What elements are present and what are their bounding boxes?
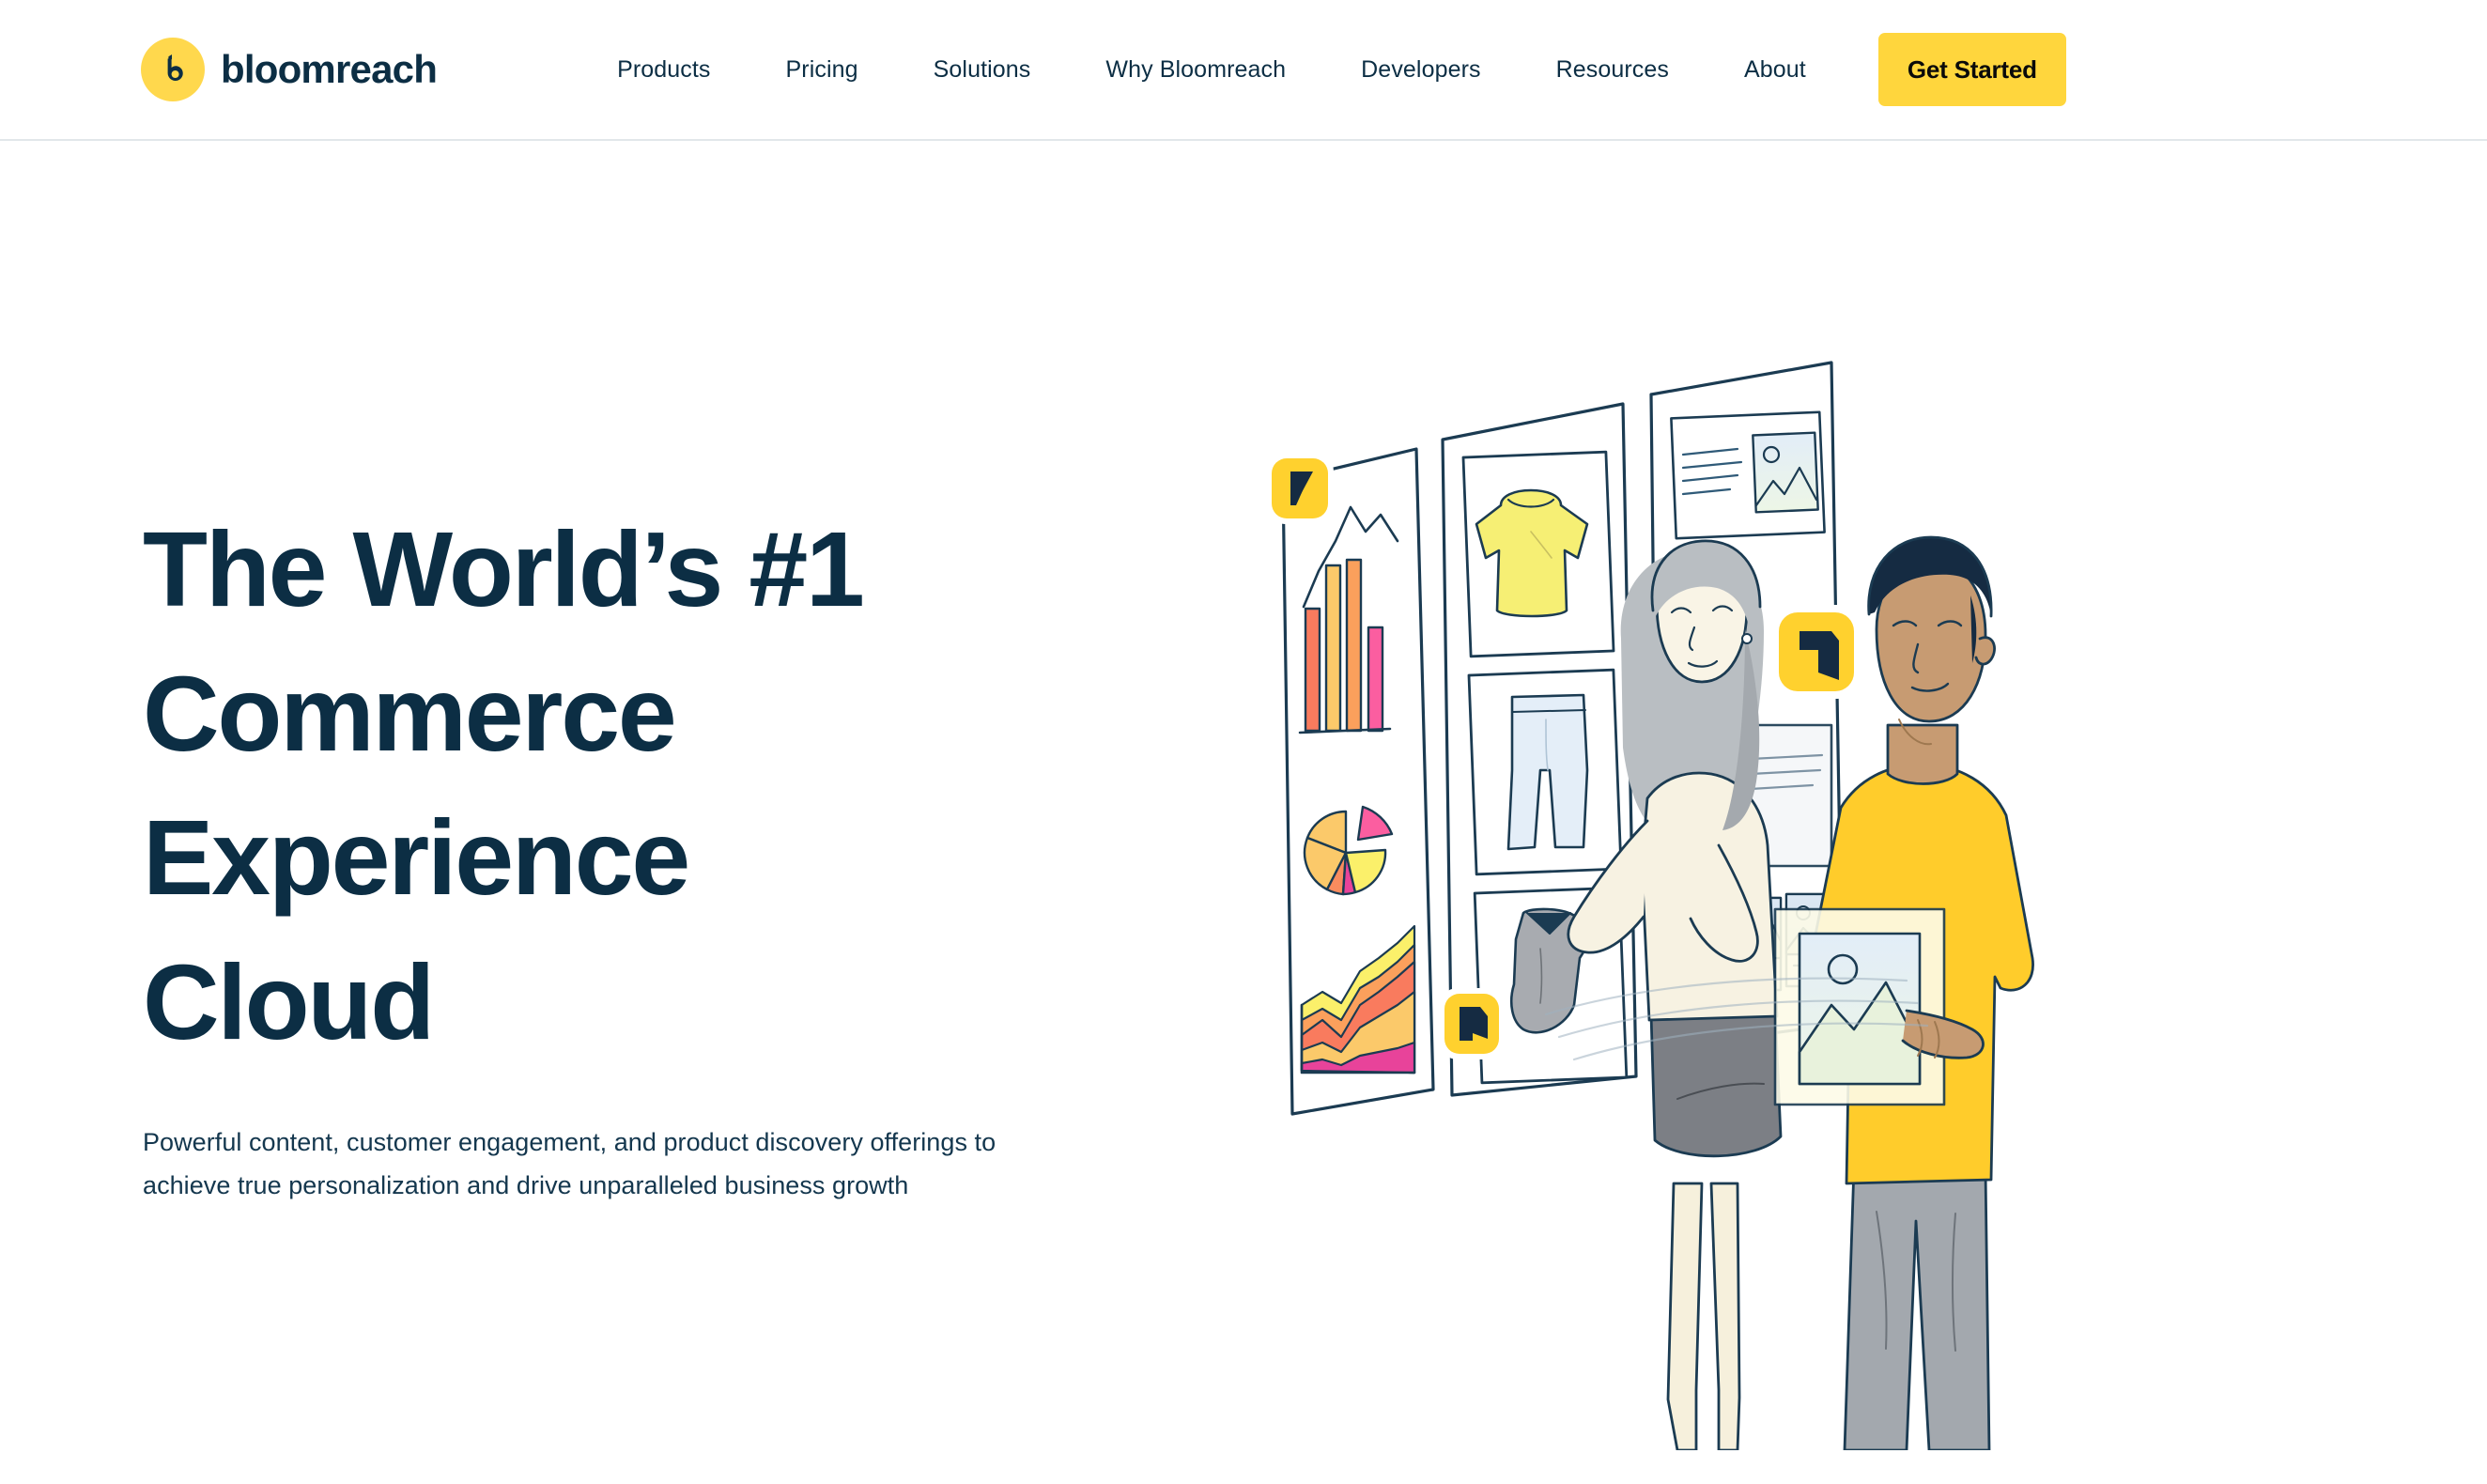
hero-subtitle: Powerful content, customer engagement, a… <box>143 1127 996 1200</box>
hero-copy: The World’s #1 Commerce Experience Cloud… <box>0 141 1174 1309</box>
nav-item-solutions[interactable]: Solutions <box>934 49 1031 91</box>
nav-item-pricing[interactable]: Pricing <box>786 49 858 91</box>
hero-section: The World’s #1 Commerce Experience Cloud… <box>0 141 2487 1450</box>
nav-item-why-bloomreach[interactable]: Why Bloomreach <box>1105 49 1286 91</box>
badge-top-right <box>1771 605 1861 699</box>
get-started-button[interactable]: Get Started <box>1877 33 2066 106</box>
hero-title-line-1: The World’s #1 <box>143 510 865 628</box>
nav-item-products[interactable]: Products <box>617 49 710 91</box>
bloomreach-b-mark-icon <box>141 38 205 101</box>
badge-top-left <box>1266 453 1334 524</box>
hero-title-line-2: Commerce <box>143 654 677 773</box>
badge-bottom-left <box>1439 988 1505 1059</box>
hero-title-line-4: Cloud <box>143 943 435 1062</box>
brand-logo-link[interactable]: bloomreach <box>141 38 438 101</box>
hero-title-line-3: Experience <box>143 798 690 918</box>
commerce-experience-illustration <box>1249 357 2188 1484</box>
nav-item-about[interactable]: About <box>1744 49 1806 91</box>
main-navigation: Products Pricing Solutions Why Bloomreac… <box>617 49 1806 91</box>
article-card <box>1670 410 1826 540</box>
nav-item-developers[interactable]: Developers <box>1361 49 1480 91</box>
site-header: bloomreach Products Pricing Solutions Wh… <box>0 0 2487 141</box>
nav-item-resources[interactable]: Resources <box>1556 49 1669 91</box>
brand-wordmark: bloomreach <box>221 47 438 91</box>
page-title: The World’s #1 Commerce Experience Cloud <box>143 498 1174 1075</box>
analytics-panel <box>1281 447 1435 1116</box>
